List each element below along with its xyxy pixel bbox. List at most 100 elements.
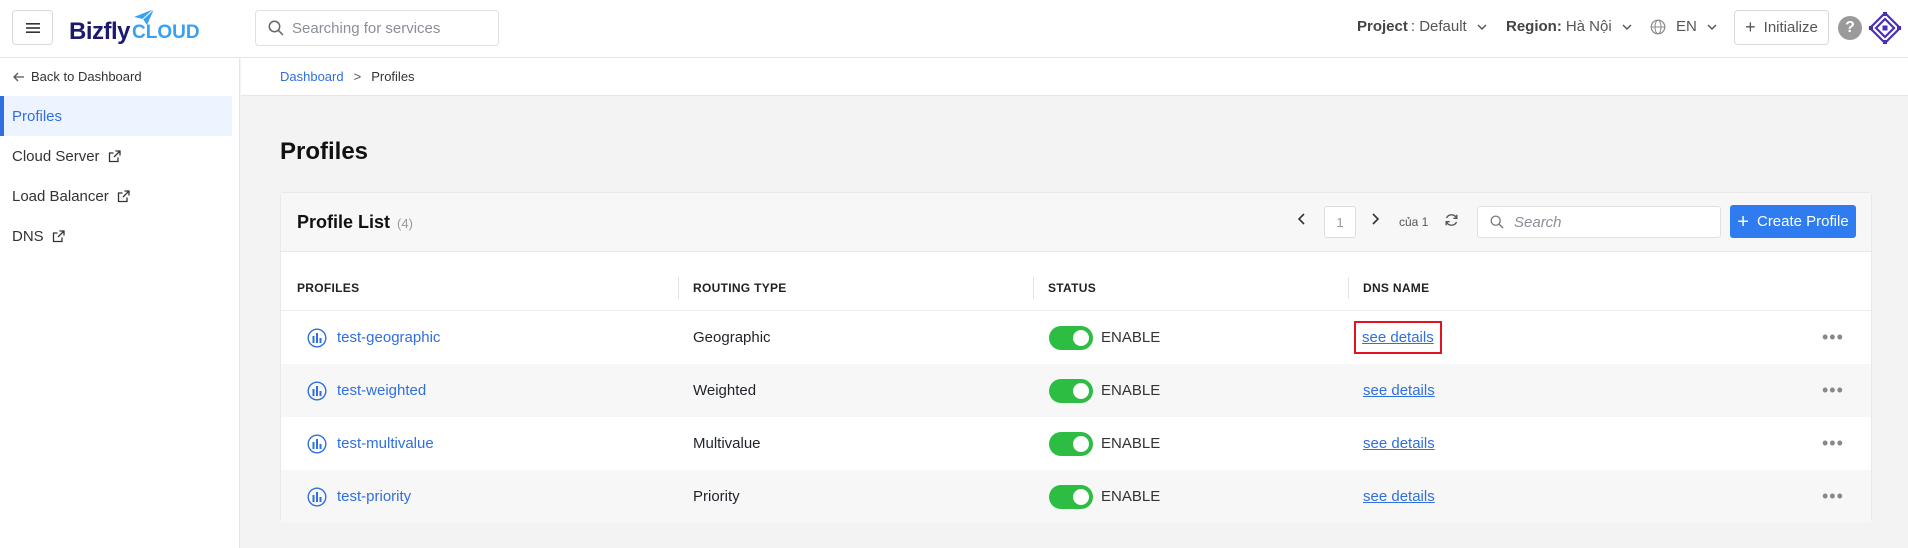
- see-details-link[interactable]: see details: [1362, 329, 1434, 346]
- card-title: Profile List (4): [297, 212, 413, 233]
- status-cell: ENABLE: [1049, 417, 1160, 470]
- status-text: ENABLE: [1101, 488, 1161, 505]
- help-icon[interactable]: ?: [1838, 16, 1862, 40]
- page-number-input[interactable]: 1: [1324, 206, 1356, 238]
- chevron-down-icon: [1622, 24, 1632, 30]
- search-icon: [1490, 215, 1504, 229]
- sidebar-item-label: Profiles: [12, 107, 63, 125]
- back-to-dashboard-link[interactable]: Back to Dashboard: [13, 69, 142, 84]
- project-label: Project: [1357, 18, 1408, 35]
- dns-name-cell: see details: [1354, 311, 1442, 364]
- create-profile-label: Create Profile: [1756, 213, 1849, 230]
- status-cell: ENABLE: [1049, 470, 1160, 523]
- external-link-icon: [117, 189, 130, 202]
- status-toggle[interactable]: [1049, 484, 1093, 509]
- column-divider: [1033, 277, 1034, 299]
- status-text: ENABLE: [1101, 435, 1161, 452]
- more-actions-icon[interactable]: •••: [1822, 470, 1844, 523]
- profile-name-link[interactable]: test-geographic: [337, 329, 440, 346]
- see-details-link[interactable]: see details: [1363, 382, 1435, 399]
- routing-type-cell: Priority: [693, 488, 740, 505]
- dns-name-cell: see details: [1363, 470, 1435, 523]
- hamburger-icon: [25, 22, 40, 33]
- sidebar-item-profiles[interactable]: Profiles: [0, 96, 232, 136]
- plus-icon: +: [1737, 210, 1749, 233]
- profile-search-field[interactable]: [1477, 206, 1721, 238]
- profile-list-card: Profile List (4) 1 của 1 + Create Profil…: [280, 192, 1872, 523]
- region-selector[interactable]: Region: Hà Nội: [1506, 18, 1632, 35]
- card-header: Profile List (4) 1 của 1 + Create Profil…: [281, 193, 1871, 252]
- breadcrumb: Dashboard > Profiles: [241, 58, 1908, 96]
- back-label: Back to Dashboard: [31, 69, 142, 84]
- chevron-right-icon[interactable]: [1371, 213, 1379, 225]
- profile-count: (4): [397, 216, 413, 231]
- column-header-dns-name: DNS NAME: [1363, 281, 1430, 295]
- sidebar-item-cloud-server[interactable]: Cloud Server: [0, 136, 232, 176]
- column-header-status: STATUS: [1048, 281, 1097, 295]
- dns-name-cell: see details: [1363, 364, 1435, 417]
- profile-name-link[interactable]: test-multivalue: [337, 435, 434, 452]
- refresh-icon[interactable]: [1444, 213, 1459, 227]
- chart-profile-icon: [307, 380, 327, 401]
- region-label: Region:: [1506, 18, 1562, 35]
- routing-type-cell: Geographic: [693, 329, 771, 346]
- status-toggle[interactable]: [1049, 431, 1093, 456]
- table-row: test-multivalue Multivalue ENABLE see de…: [281, 417, 1871, 470]
- breadcrumb-separator: >: [353, 69, 362, 84]
- sidebar-item-label: Load Balancer: [12, 187, 109, 205]
- breadcrumb-dashboard-link[interactable]: Dashboard: [280, 69, 344, 84]
- service-search-placeholder: Searching for services: [292, 19, 441, 37]
- column-header-routing-type: ROUTING TYPE: [693, 281, 787, 295]
- profile-cell[interactable]: test-geographic: [307, 311, 440, 364]
- chevron-down-icon: [1477, 24, 1487, 30]
- routing-type-cell: Multivalue: [693, 435, 761, 452]
- see-details-link[interactable]: see details: [1363, 488, 1435, 505]
- user-avatar[interactable]: [1868, 11, 1902, 45]
- routing-type-cell: Weighted: [693, 382, 757, 399]
- more-actions-icon[interactable]: •••: [1822, 364, 1844, 417]
- sidebar-item-dns[interactable]: DNS: [0, 216, 232, 256]
- region-value: Hà Nội: [1565, 18, 1612, 35]
- status-toggle[interactable]: [1049, 378, 1093, 403]
- chevron-down-icon: [1707, 24, 1717, 30]
- column-divider: [678, 277, 679, 299]
- initialize-label: Initialize: [1763, 19, 1818, 36]
- dns-name-cell: see details: [1363, 417, 1435, 470]
- sidebar-item-label: DNS: [12, 227, 44, 245]
- table-row: test-geographic Geographic ENABLE see de…: [281, 311, 1871, 364]
- profile-name-link[interactable]: test-weighted: [337, 382, 426, 399]
- initialize-button[interactable]: + Initialize: [1734, 10, 1829, 45]
- status-cell: ENABLE: [1049, 311, 1160, 364]
- globe-icon: [1650, 19, 1666, 34]
- more-actions-icon[interactable]: •••: [1822, 311, 1844, 364]
- see-details-link[interactable]: see details: [1363, 435, 1435, 452]
- page-title: Profiles: [280, 138, 369, 165]
- profile-cell[interactable]: test-multivalue: [307, 417, 434, 470]
- table-row: test-weighted Weighted ENABLE see detail…: [281, 364, 1871, 417]
- project-selector[interactable]: Project : Default: [1357, 18, 1487, 35]
- chevron-left-icon[interactable]: [1298, 213, 1306, 225]
- sidebar-item-load-balancer[interactable]: Load Balancer: [0, 176, 232, 216]
- profile-cell[interactable]: test-weighted: [307, 364, 426, 417]
- chart-profile-icon: [307, 433, 327, 454]
- dns-highlight-box: see details: [1354, 321, 1442, 354]
- profile-name-link[interactable]: test-priority: [337, 488, 411, 505]
- service-search-input[interactable]: Searching for services: [255, 10, 499, 46]
- create-profile-button[interactable]: + Create Profile: [1730, 205, 1856, 238]
- page-total: của 1: [1399, 215, 1429, 229]
- column-divider: [1348, 277, 1349, 299]
- sidebar: Back to Dashboard Profiles Cloud Server …: [0, 58, 240, 548]
- search-icon: [268, 20, 284, 36]
- language-selector[interactable]: EN: [1650, 18, 1717, 35]
- paper-plane-icon: [134, 8, 155, 25]
- table-row: test-priority Priority ENABLE see detail…: [281, 470, 1871, 523]
- menu-button[interactable]: [12, 10, 53, 45]
- profile-cell[interactable]: test-priority: [307, 470, 411, 523]
- more-actions-icon[interactable]: •••: [1822, 417, 1844, 470]
- column-header-profiles: PROFILES: [297, 281, 360, 295]
- chart-profile-icon: [307, 327, 327, 348]
- bizfly-logo[interactable]: Bizfly CLOUD: [69, 8, 200, 46]
- status-toggle[interactable]: [1049, 325, 1093, 350]
- breadcrumb-current: Profiles: [371, 69, 415, 84]
- profile-search-input[interactable]: [1514, 213, 1704, 231]
